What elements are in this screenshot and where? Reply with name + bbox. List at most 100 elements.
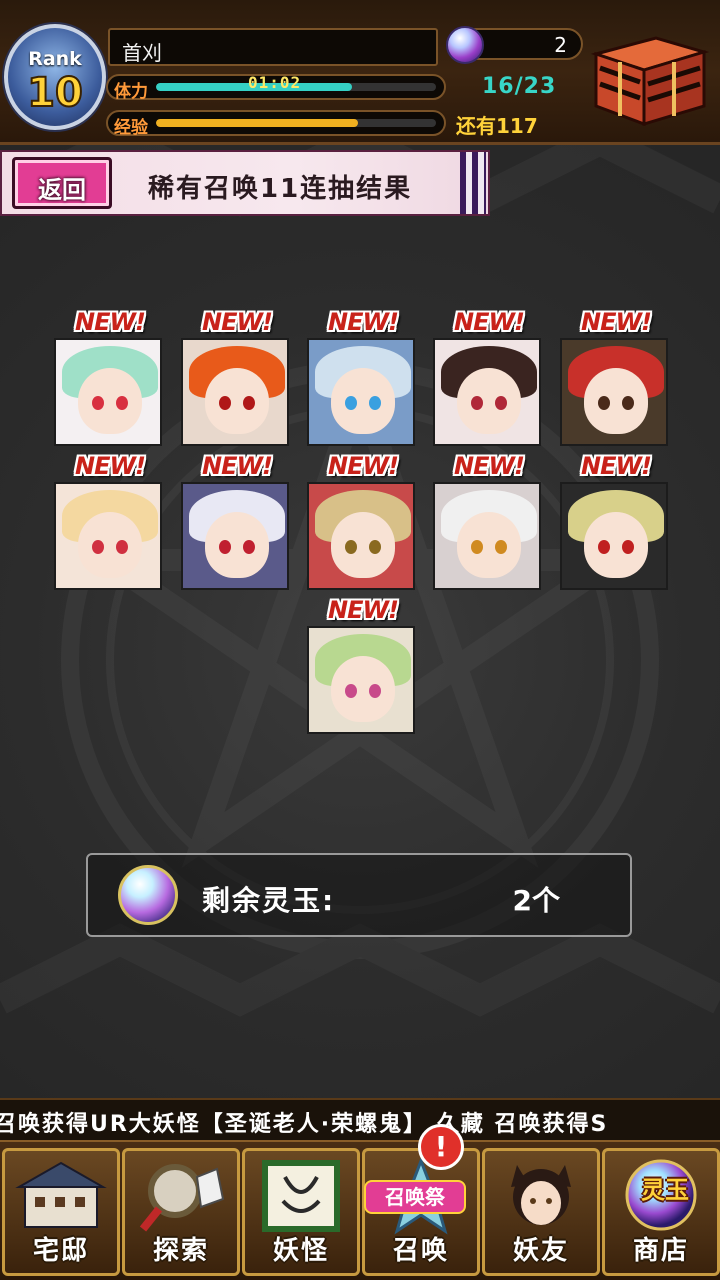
treasure-chest-icon[interactable] [586, 20, 712, 132]
exp-remaining: 还有117 [456, 114, 538, 138]
exp-bar: 经验 [106, 110, 446, 138]
shop-orb-tag: 灵玉 [641, 1176, 689, 1204]
yokai-card[interactable] [433, 482, 541, 590]
yokai-card[interactable] [560, 338, 668, 446]
yokai-portrait-eye [243, 396, 255, 410]
remaining-orbs-value: 2个 [512, 884, 560, 917]
remaining-orbs-label: 剩余灵玉: [202, 884, 336, 917]
yokai-card[interactable] [307, 338, 415, 446]
yokai-portrait-face [584, 512, 648, 578]
rank-emblem[interactable]: Rank 10 [4, 24, 106, 130]
page-title: 稀有召唤11连抽结果 [148, 174, 413, 204]
new-badge: NEW! [202, 308, 273, 336]
nav-mansion[interactable]: 宅邸 [2, 1148, 120, 1276]
scroll-icon [262, 1160, 340, 1232]
yokai-card[interactable] [181, 338, 289, 446]
exp-fill [156, 119, 358, 127]
summon-festival-tag: 召唤祭 [364, 1180, 466, 1214]
spirit-orb-icon [446, 26, 484, 64]
yokai-portrait-face [331, 656, 395, 722]
back-button-label: 返回 [38, 176, 86, 204]
new-badge: NEW! [202, 452, 273, 480]
new-badge: NEW! [75, 452, 146, 480]
nav-label: 商店 [632, 1236, 689, 1266]
new-badge: NEW! [328, 308, 399, 336]
yokai-portrait-eye [116, 396, 128, 410]
rank-value: 10 [26, 69, 84, 117]
yokai-portrait-eye [369, 684, 381, 698]
alert-badge: ! [418, 1124, 464, 1170]
yokai-portrait-eye [622, 540, 634, 554]
yokai-portrait-eye [92, 396, 104, 410]
yokai-card[interactable] [560, 482, 668, 590]
nav-label: 妖怪 [272, 1236, 329, 1266]
stamina-label: 体力 [114, 82, 148, 102]
nav-explore[interactable]: 探索 [122, 1148, 240, 1276]
yokai-portrait-eye [243, 540, 255, 554]
title-banner: 返回 稀有召唤11连抽结果 [0, 150, 490, 216]
yokai-portrait-eye [345, 684, 357, 698]
spirit-orb-icon [118, 865, 178, 925]
yokai-portrait-eye [345, 540, 357, 554]
stamina-value: 16/23 [482, 74, 557, 99]
rank-label: Rank [28, 48, 82, 70]
nav-label: 妖友 [512, 1236, 569, 1266]
stamina-bar: 体力 01:02 [106, 73, 446, 102]
magnifier-map-icon [139, 1164, 225, 1232]
stamina-timer: 01:02 [248, 73, 302, 92]
new-badge: NEW! [581, 308, 652, 336]
exp-track [156, 119, 436, 127]
nav-label: 探索 [152, 1236, 209, 1266]
banner-stripe-decoration [460, 152, 486, 214]
orb-counter: 2 [446, 26, 583, 64]
yokai-portrait-eye [345, 396, 357, 410]
yokai-portrait-face [331, 368, 395, 434]
yokai-portrait-eye [471, 396, 483, 410]
player-name: 首刈 [122, 41, 162, 65]
player-name-box: 首刈 [108, 28, 438, 66]
yokai-portrait-eye [495, 396, 507, 410]
remaining-orbs-panel: 剩余灵玉: 2个 [86, 853, 632, 937]
yokai-portrait-eye [495, 540, 507, 554]
nav-friends[interactable]: 妖友 [482, 1148, 600, 1276]
yokai-portrait-eye [622, 396, 634, 410]
yokai-card[interactable] [433, 338, 541, 446]
status-header: Rank 10 首刈 体力 01:02 经验 2 16/23 还有117 [0, 0, 720, 145]
yokai-card[interactable] [54, 482, 162, 590]
yokai-portrait-face [457, 368, 521, 434]
yokai-portrait-eye [219, 396, 231, 410]
yokai-portrait-face [331, 512, 395, 578]
yokai-portrait-face [457, 512, 521, 578]
yokai-portrait-eye [598, 396, 610, 410]
nav-shop[interactable]: 商店 [602, 1148, 720, 1276]
yokai-portrait-face [78, 512, 142, 578]
yokai-portrait-face [205, 368, 269, 434]
nav-label: 召唤 [392, 1236, 449, 1266]
yokai-portrait-face [584, 368, 648, 434]
news-ticker: 召唤获得UR大妖怪【圣诞老人·荣螺鬼】 久藏 召唤获得S [0, 1098, 720, 1140]
yokai-portrait-eye [471, 540, 483, 554]
mansion-icon [15, 1161, 107, 1228]
yokai-portrait-eye [598, 540, 610, 554]
yokai-portrait-eye [219, 540, 231, 554]
new-badge: NEW! [454, 452, 525, 480]
nav-yokai[interactable]: 妖怪 [242, 1148, 360, 1276]
new-badge: NEW! [454, 308, 525, 336]
yokai-portrait-face [205, 512, 269, 578]
exp-label: 经验 [114, 118, 148, 138]
yokai-portrait-face [78, 368, 142, 434]
yokai-card[interactable] [54, 338, 162, 446]
yokai-portrait-eye [369, 396, 381, 410]
yokai-card[interactable] [307, 626, 415, 734]
new-badge: NEW! [75, 308, 146, 336]
yokai-portrait-eye [116, 540, 128, 554]
back-button[interactable]: 返回 [12, 157, 112, 209]
ticker-text: 召唤获得UR大妖怪【圣诞老人·荣螺鬼】 久藏 召唤获得S [0, 1112, 609, 1137]
new-badge: NEW! [328, 596, 399, 624]
friend-catgirl-icon [511, 1165, 571, 1225]
yokai-card[interactable] [307, 482, 415, 590]
yokai-card[interactable] [181, 482, 289, 590]
nav-label: 宅邸 [32, 1236, 89, 1266]
new-badge: NEW! [581, 452, 652, 480]
yokai-portrait-eye [92, 540, 104, 554]
